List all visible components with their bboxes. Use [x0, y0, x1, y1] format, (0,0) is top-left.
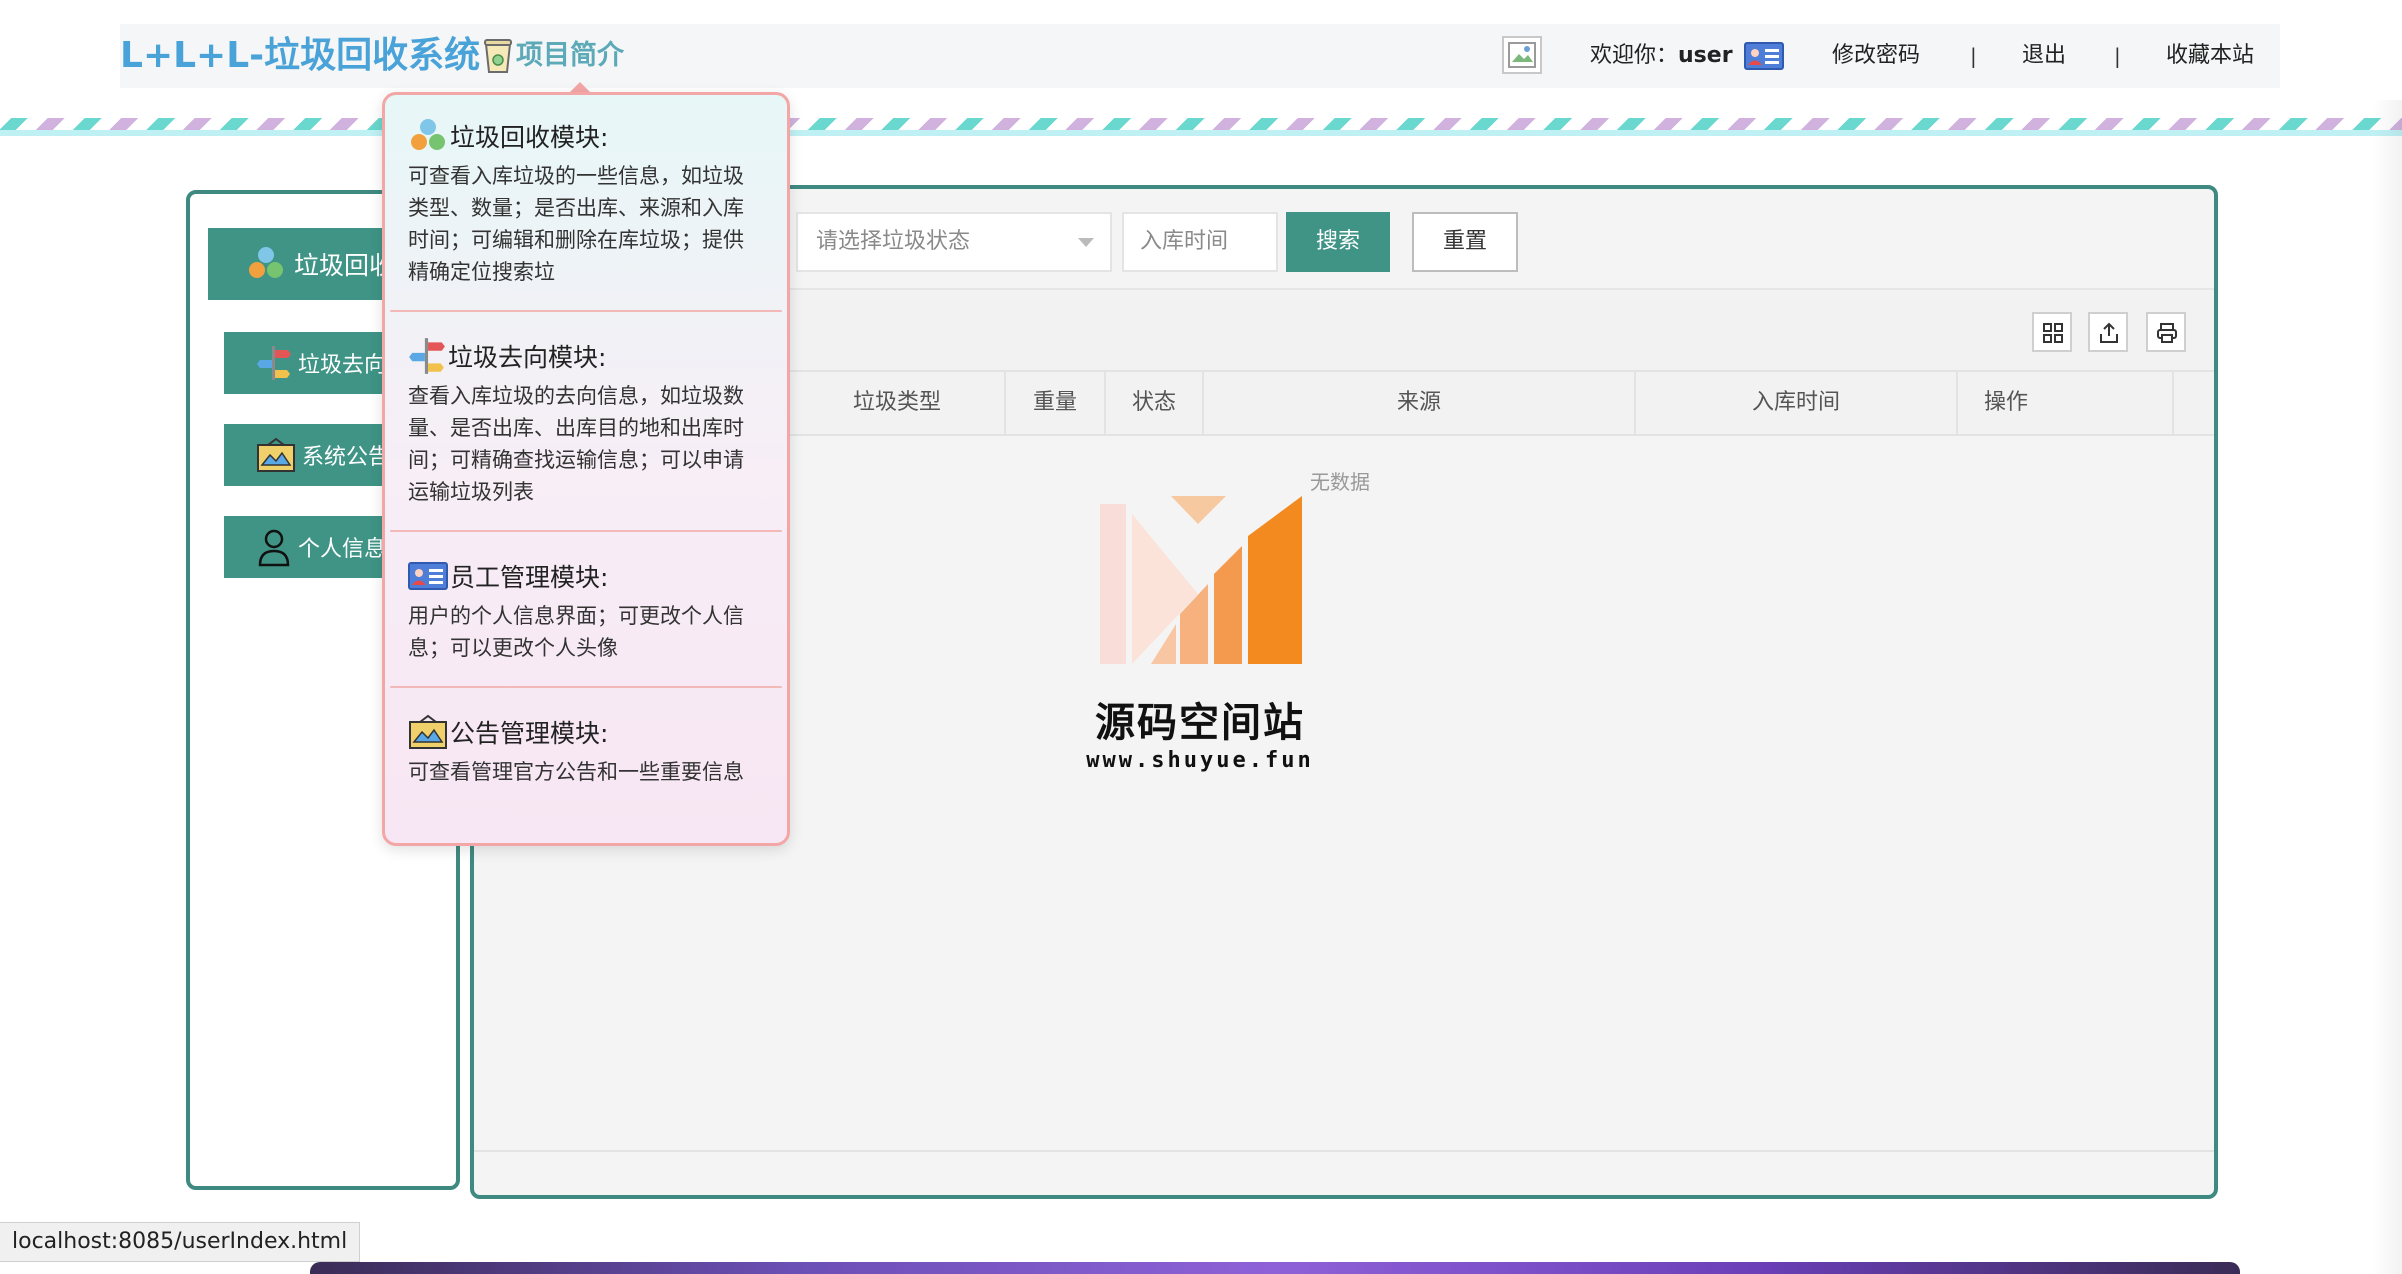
sidebar-item-label: 个人信息: [298, 537, 387, 562]
header-separator: |: [1970, 44, 1977, 68]
broken-image-icon: [1508, 42, 1536, 68]
watermark-url: www.shuyue.fun: [1086, 748, 1314, 773]
id-card-icon[interactable]: [1744, 42, 1784, 70]
column-header-source[interactable]: 来源: [1204, 370, 1636, 436]
window-shadow: [2372, 100, 2402, 1274]
export-icon: [2100, 322, 2118, 343]
watermark-logo: [1100, 496, 1302, 664]
popover-section-title: 垃圾去向模块:: [408, 336, 764, 376]
table-bottom-border: [474, 1150, 2214, 1152]
welcome-prefix: 欢迎你：: [1590, 43, 1679, 68]
popover-title-text: 垃圾去向模块:: [448, 343, 607, 372]
signpost-icon: [409, 338, 445, 374]
popover-section-title: 垃圾回收模块:: [408, 116, 764, 156]
popover-section-desc: 用户的个人信息界面；可更改个人信息；可以更改个人头像: [408, 604, 744, 660]
columns-icon: [2043, 323, 2063, 343]
app-logo[interactable]: L+L+L-垃圾回收系统: [120, 34, 480, 78]
welcome-text: 欢迎你：user: [1590, 40, 1733, 72]
popover-title-text: 公告管理模块:: [450, 719, 609, 748]
column-header-type[interactable]: 垃圾类型: [790, 370, 1006, 436]
header-separator: |: [2114, 44, 2121, 68]
bulletin-icon: [409, 714, 447, 749]
bookmark-link[interactable]: 收藏本站: [2166, 40, 2254, 72]
popover-title-text: 垃圾回收模块:: [450, 123, 609, 152]
storage-date-input[interactable]: 入库时间: [1122, 212, 1278, 272]
column-header-weight[interactable]: 重量: [1006, 370, 1106, 436]
reset-button[interactable]: 重置: [1412, 212, 1518, 272]
popover-title-text: 员工管理模块:: [450, 563, 609, 592]
recycle-icon: [249, 247, 283, 278]
watermark-title: 源码空间站: [1095, 700, 1305, 746]
popover-section-desc: 可查看入库垃圾的一些信息，如垃圾类型、数量；是否出库、来源和入库时间；可编辑和删…: [408, 164, 744, 284]
logout-link[interactable]: 退出: [2022, 40, 2066, 72]
username: user: [1678, 43, 1733, 68]
popover-section-desc: 可查看管理官方公告和一些重要信息: [408, 760, 744, 784]
column-header-storage-time[interactable]: 入库时间: [1636, 370, 1958, 436]
project-intro-label: 项目简介: [516, 40, 624, 71]
status-select[interactable]: 请选择垃圾状态: [796, 212, 1112, 272]
popover-section-desc: 查看入库垃圾的去向信息，如垃圾数量、是否出库、出库目的地和出库时间；可精确查找运…: [408, 384, 744, 504]
top-header: L+L+L-垃圾回收系统 项目简介 欢迎你：user 修改密码 | 退出 | 收…: [120, 24, 2280, 88]
export-button[interactable]: [2088, 312, 2128, 352]
popover-section-title: 公告管理模块:: [408, 712, 764, 752]
empty-state-text: 无数据: [1310, 470, 1370, 494]
cup-icon: [484, 39, 512, 73]
sidebar-item-label: 垃圾去向: [298, 353, 387, 378]
popover-section-staff: 员工管理模块: 用户的个人信息界面；可更改个人信息；可以更改个人头像: [390, 556, 782, 664]
popover-divider: [390, 530, 782, 532]
popover-section-destination: 垃圾去向模块: 查看入库垃圾的去向信息，如垃圾数量、是否出库、出库目的地和出库时…: [390, 336, 782, 508]
popover-section-recycle: 垃圾回收模块: 可查看入库垃圾的一些信息，如垃圾类型、数量；是否出库、来源和入库…: [390, 116, 782, 288]
dock-edge: [310, 1262, 2240, 1274]
popover-divider: [390, 686, 782, 688]
stripe-underline: [0, 130, 2402, 136]
status-select-placeholder: 请选择垃圾状态: [816, 229, 971, 254]
recycle-icon: [411, 119, 445, 150]
popover-section-title: 员工管理模块:: [408, 556, 764, 596]
column-header-actions: 操作: [1958, 370, 2174, 436]
column-header-status[interactable]: 状态: [1106, 370, 1204, 436]
change-password-link[interactable]: 修改密码: [1832, 40, 1920, 72]
popover-divider: [390, 310, 782, 312]
avatar[interactable]: [1502, 36, 1542, 74]
chevron-down-icon: [1078, 238, 1094, 247]
browser-status-bar: localhost:8085/userIndex.html: [0, 1222, 361, 1262]
print-button[interactable]: [2146, 312, 2186, 352]
print-icon: [2157, 323, 2177, 343]
columns-button[interactable]: [2032, 312, 2072, 352]
project-intro-link[interactable]: 项目简介: [482, 36, 624, 76]
search-button[interactable]: 搜索: [1286, 212, 1390, 272]
popover-section-announcement: 公告管理模块: 可查看管理官方公告和一些重要信息: [390, 712, 782, 788]
sidebar-item-label: 系统公告: [302, 445, 391, 470]
id-card-icon: [408, 562, 448, 590]
bulletin-icon: [257, 437, 295, 472]
user-icon: [258, 529, 290, 567]
sidebar-item-label: 垃圾回收: [294, 251, 395, 280]
signpost-icon: [257, 346, 291, 380]
